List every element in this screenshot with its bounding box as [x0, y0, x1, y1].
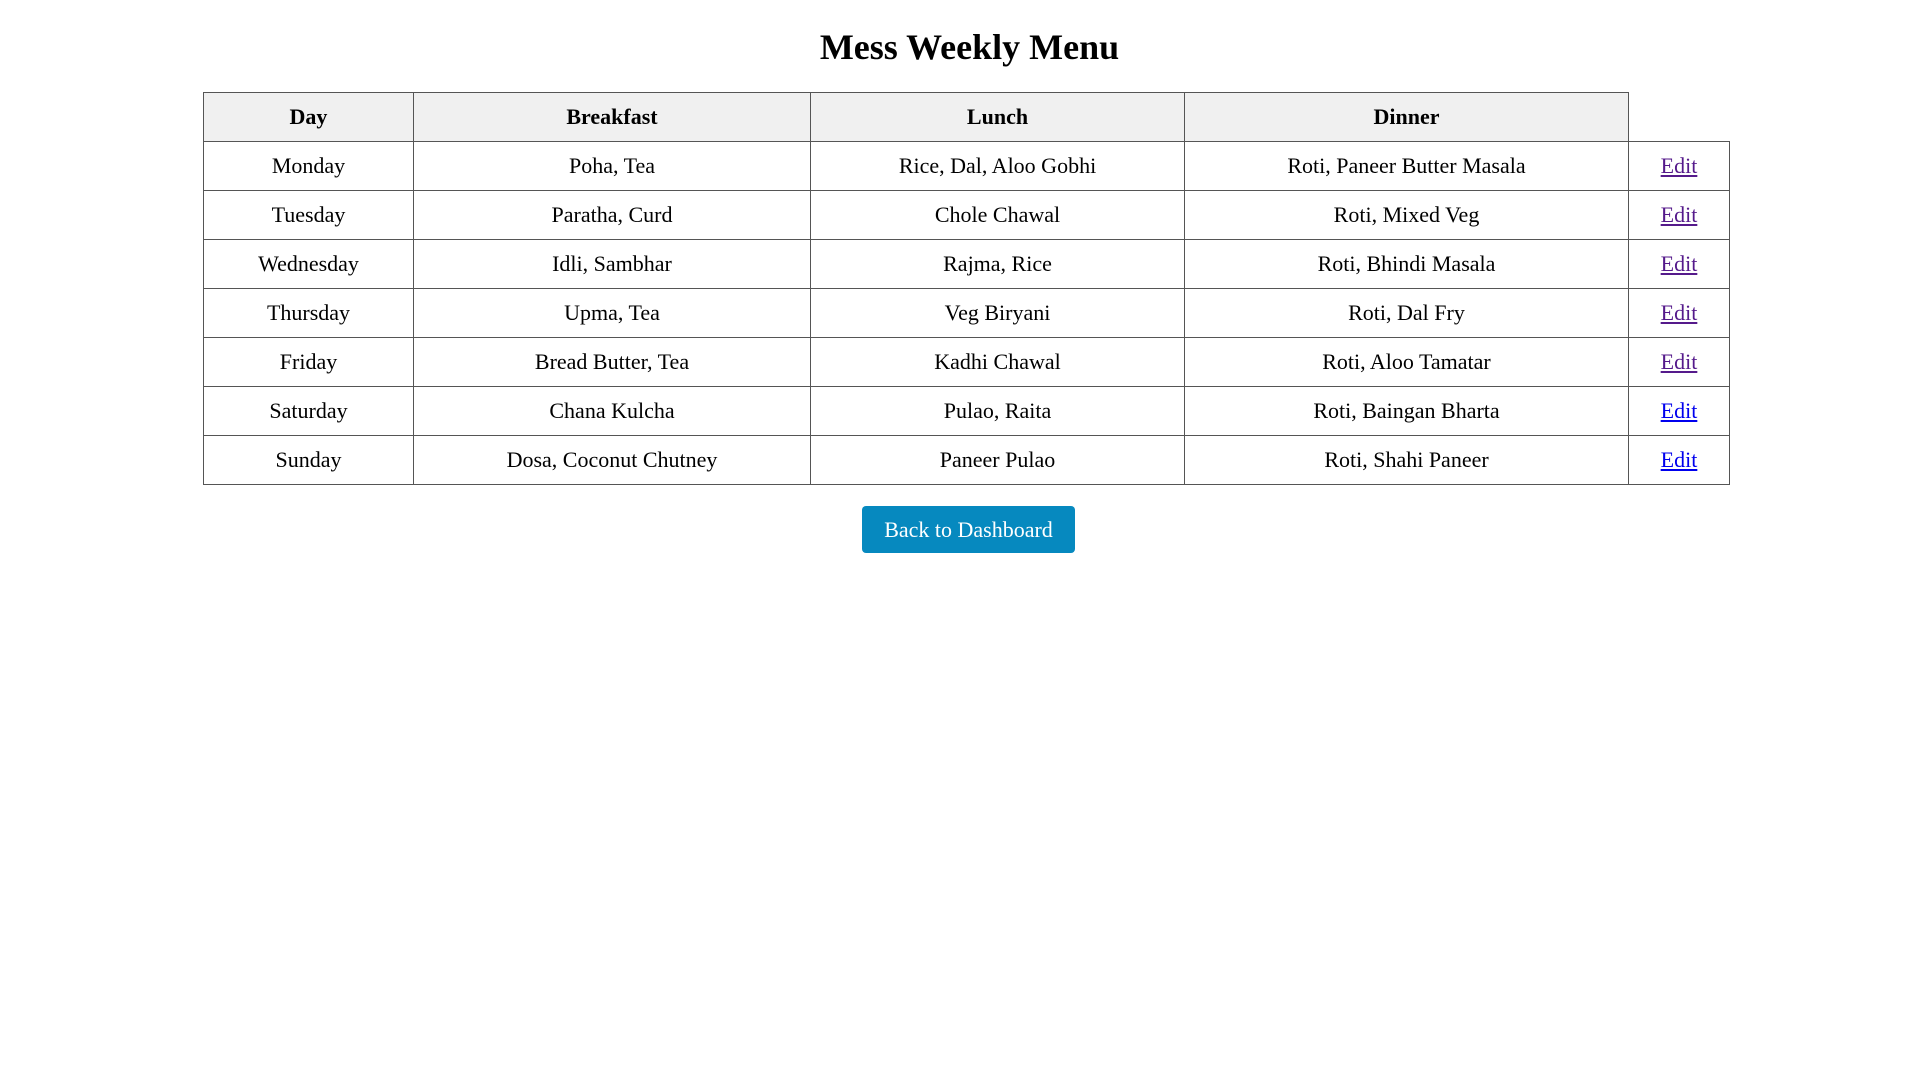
cell-dinner: Roti, Mixed Veg — [1184, 190, 1629, 240]
cell-lunch: Veg Biryani — [810, 288, 1185, 338]
edit-link-monday[interactable]: Edit — [1661, 153, 1698, 178]
edit-link-saturday[interactable]: Edit — [1661, 398, 1698, 423]
edit-link-sunday[interactable]: Edit — [1661, 447, 1698, 472]
header-breakfast: Breakfast — [413, 92, 811, 142]
edit-link-thursday[interactable]: Edit — [1661, 300, 1698, 325]
cell-day: Saturday — [203, 386, 414, 436]
cell-day: Wednesday — [203, 239, 414, 289]
cell-action: Edit — [1628, 337, 1730, 387]
cell-lunch: Paneer Pulao — [810, 435, 1185, 485]
cell-lunch: Pulao, Raita — [810, 386, 1185, 436]
cell-breakfast: Chana Kulcha — [413, 386, 811, 436]
cell-day: Monday — [203, 141, 414, 191]
table-header-row: Day Breakfast Lunch Dinner — [203, 92, 1730, 142]
edit-link-wednesday[interactable]: Edit — [1661, 251, 1698, 276]
cell-lunch: Chole Chawal — [810, 190, 1185, 240]
cell-dinner: Roti, Bhindi Masala — [1184, 239, 1629, 289]
edit-link-tuesday[interactable]: Edit — [1661, 202, 1698, 227]
cell-action: Edit — [1628, 239, 1730, 289]
header-lunch: Lunch — [810, 92, 1185, 142]
cell-action: Edit — [1628, 386, 1730, 436]
table-row: Thursday Upma, Tea Veg Biryani Roti, Dal… — [203, 288, 1730, 338]
cell-lunch: Rajma, Rice — [810, 239, 1185, 289]
cell-breakfast: Paratha, Curd — [413, 190, 811, 240]
cell-day: Friday — [203, 337, 414, 387]
table-row: Saturday Chana Kulcha Pulao, Raita Roti,… — [203, 386, 1730, 436]
cell-breakfast: Upma, Tea — [413, 288, 811, 338]
edit-link-friday[interactable]: Edit — [1661, 349, 1698, 374]
menu-table: Day Breakfast Lunch Dinner Monday Poha, … — [203, 92, 1730, 485]
cell-lunch: Kadhi Chawal — [810, 337, 1185, 387]
table-row: Wednesday Idli, Sambhar Rajma, Rice Roti… — [203, 239, 1730, 289]
table-row: Friday Bread Butter, Tea Kadhi Chawal Ro… — [203, 337, 1730, 387]
cell-dinner: Roti, Paneer Butter Masala — [1184, 141, 1629, 191]
cell-breakfast: Dosa, Coconut Chutney — [413, 435, 811, 485]
back-to-dashboard-button[interactable]: Back to Dashboard — [862, 506, 1075, 553]
cell-dinner: Roti, Shahi Paneer — [1184, 435, 1629, 485]
cell-action: Edit — [1628, 141, 1730, 191]
header-dinner: Dinner — [1184, 92, 1629, 142]
cell-dinner: Roti, Aloo Tamatar — [1184, 337, 1629, 387]
cell-lunch: Rice, Dal, Aloo Gobhi — [810, 141, 1185, 191]
table-row: Monday Poha, Tea Rice, Dal, Aloo Gobhi R… — [203, 141, 1730, 191]
page-title: Mess Weekly Menu — [819, 27, 1120, 67]
cell-action: Edit — [1628, 190, 1730, 240]
cell-dinner: Roti, Dal Fry — [1184, 288, 1629, 338]
table-row: Tuesday Paratha, Curd Chole Chawal Roti,… — [203, 190, 1730, 240]
cell-action: Edit — [1628, 288, 1730, 338]
cell-day: Sunday — [203, 435, 414, 485]
cell-breakfast: Poha, Tea — [413, 141, 811, 191]
table-row: Sunday Dosa, Coconut Chutney Paneer Pula… — [203, 435, 1730, 485]
cell-action: Edit — [1628, 435, 1730, 485]
header-action-empty — [1628, 92, 1730, 142]
cell-day: Tuesday — [203, 190, 414, 240]
page: Mess Weekly Menu Day Breakfast Lunch Din… — [0, 0, 1919, 1079]
cell-breakfast: Idli, Sambhar — [413, 239, 811, 289]
cell-day: Thursday — [203, 288, 414, 338]
header-day: Day — [203, 92, 414, 142]
cell-dinner: Roti, Baingan Bharta — [1184, 386, 1629, 436]
cell-breakfast: Bread Butter, Tea — [413, 337, 811, 387]
